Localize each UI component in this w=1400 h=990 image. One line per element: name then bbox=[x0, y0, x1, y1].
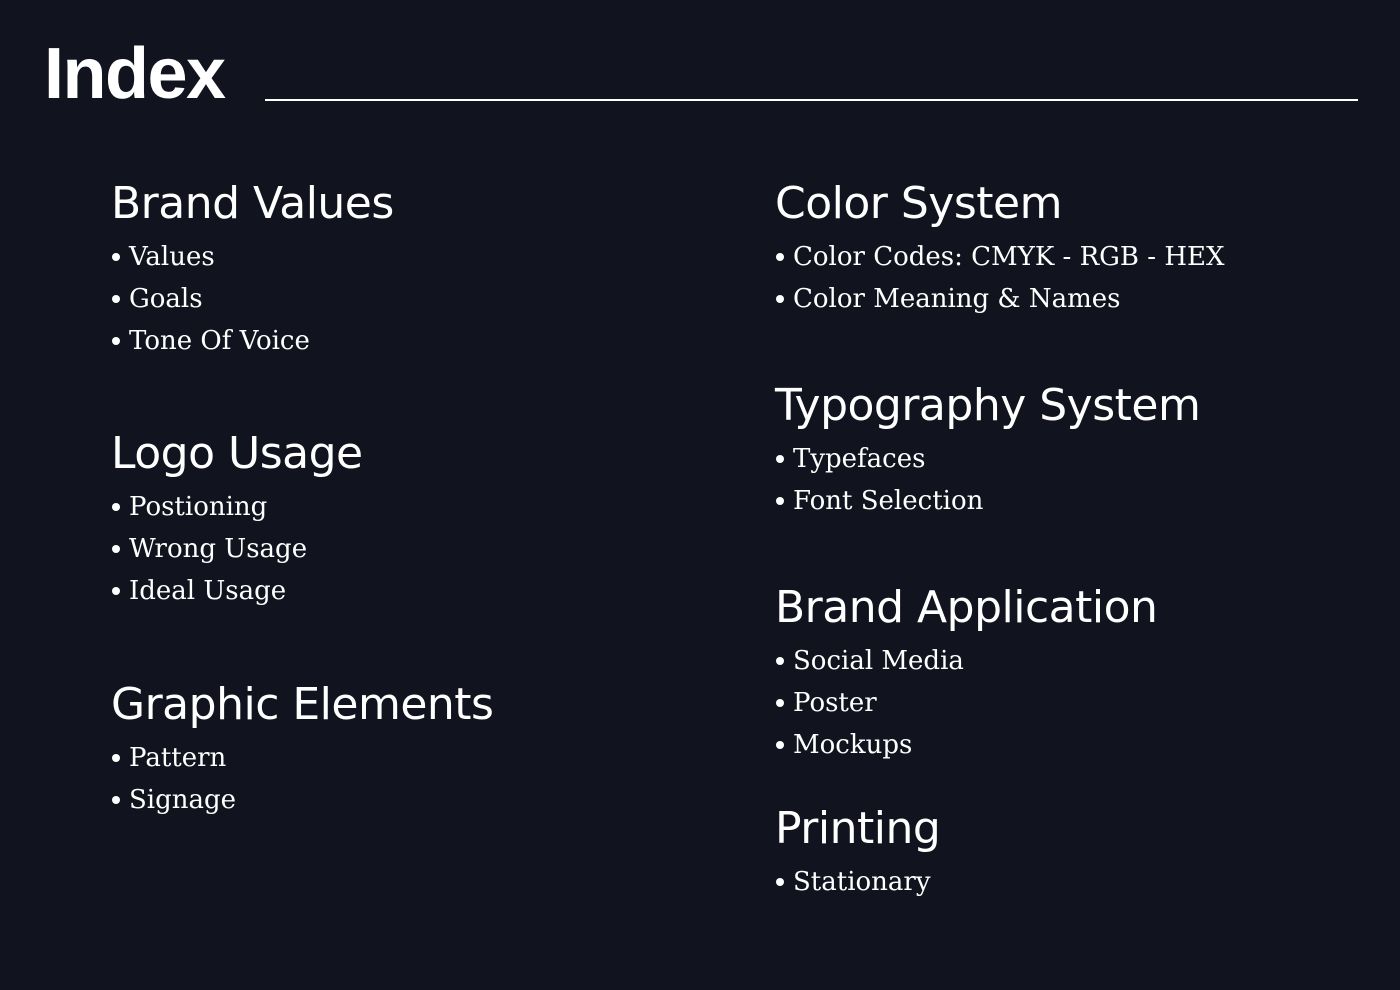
section-graphic-elements: Graphic Elements Pattern Signage bbox=[111, 677, 494, 821]
section-heading: Typography System bbox=[775, 380, 1201, 431]
list-item: Color Codes: CMYK - RGB - HEX bbox=[775, 236, 1225, 278]
bullet-icon bbox=[776, 657, 784, 665]
section-item-list: Values Goals Tone Of Voice bbox=[111, 236, 394, 362]
section-color-system: Color System Color Codes: CMYK - RGB - H… bbox=[775, 176, 1225, 320]
bullet-icon bbox=[112, 545, 120, 553]
list-item: Postioning bbox=[111, 486, 363, 528]
section-item-list: Postioning Wrong Usage Ideal Usage bbox=[111, 486, 363, 612]
bullet-icon bbox=[776, 741, 784, 749]
section-printing: Printing Stationary bbox=[775, 801, 941, 903]
bullet-icon bbox=[776, 497, 784, 505]
section-item-list: Typefaces Font Selection bbox=[775, 438, 1200, 522]
list-item-label: Values bbox=[129, 242, 215, 272]
list-item-label: Tone Of Voice bbox=[129, 326, 310, 356]
section-item-list: Color Codes: CMYK - RGB - HEX Color Mean… bbox=[775, 236, 1225, 320]
list-item: Poster bbox=[775, 682, 1157, 724]
bullet-icon bbox=[112, 503, 120, 511]
list-item-label: Signage bbox=[129, 785, 237, 815]
list-item-label: Goals bbox=[129, 284, 203, 314]
section-heading: Brand Application bbox=[775, 582, 1158, 633]
bullet-icon bbox=[776, 699, 784, 707]
section-heading: Graphic Elements bbox=[111, 679, 494, 730]
list-item-label: Font Selection bbox=[793, 486, 984, 516]
list-item-label: Color Codes: CMYK - RGB - HEX bbox=[793, 242, 1225, 272]
bullet-icon bbox=[776, 295, 784, 303]
bullet-icon bbox=[112, 754, 120, 762]
list-item: Typefaces bbox=[775, 438, 1200, 480]
list-item: Goals bbox=[111, 278, 394, 320]
list-item-label: Postioning bbox=[129, 492, 268, 522]
bullet-icon bbox=[112, 337, 120, 345]
section-item-list: Pattern Signage bbox=[111, 737, 493, 821]
section-logo-usage: Logo Usage Postioning Wrong Usage Ideal … bbox=[111, 426, 363, 612]
list-item: Tone Of Voice bbox=[111, 320, 394, 362]
page-title: Index bbox=[44, 34, 226, 114]
list-item: Mockups bbox=[775, 724, 1157, 766]
list-item: Social Media bbox=[775, 640, 1157, 682]
section-brand-application: Brand Application Social Media Poster Mo… bbox=[775, 580, 1158, 766]
section-typography-system: Typography System Typefaces Font Selecti… bbox=[775, 378, 1201, 522]
section-item-list: Stationary bbox=[775, 861, 940, 903]
list-item: Signage bbox=[111, 779, 493, 821]
section-heading: Brand Values bbox=[111, 178, 394, 229]
list-item: Wrong Usage bbox=[111, 528, 363, 570]
section-heading: Logo Usage bbox=[111, 428, 363, 479]
section-heading: Color System bbox=[775, 178, 1062, 229]
list-item-label: Pattern bbox=[129, 743, 227, 773]
list-item-label: Social Media bbox=[793, 646, 964, 676]
list-item: Color Meaning & Names bbox=[775, 278, 1225, 320]
section-heading: Printing bbox=[775, 803, 941, 854]
bullet-icon bbox=[776, 253, 784, 261]
list-item: Ideal Usage bbox=[111, 570, 363, 612]
list-item: Values bbox=[111, 236, 394, 278]
list-item: Pattern bbox=[111, 737, 493, 779]
list-item: Font Selection bbox=[775, 480, 1200, 522]
title-divider-line bbox=[265, 99, 1358, 101]
list-item-label: Color Meaning & Names bbox=[793, 284, 1121, 314]
bullet-icon bbox=[776, 455, 784, 463]
bullet-icon bbox=[112, 253, 120, 261]
section-brand-values: Brand Values Values Goals Tone Of Voice bbox=[111, 176, 394, 362]
bullet-icon bbox=[112, 295, 120, 303]
bullet-icon bbox=[112, 587, 120, 595]
list-item-label: Ideal Usage bbox=[129, 576, 287, 606]
bullet-icon bbox=[776, 878, 784, 886]
section-item-list: Social Media Poster Mockups bbox=[775, 640, 1157, 766]
list-item-label: Poster bbox=[793, 688, 877, 718]
list-item-label: Typefaces bbox=[793, 444, 926, 474]
list-item-label: Mockups bbox=[793, 730, 913, 760]
list-item-label: Wrong Usage bbox=[129, 534, 308, 564]
list-item: Stationary bbox=[775, 861, 940, 903]
list-item-label: Stationary bbox=[793, 867, 931, 897]
bullet-icon bbox=[112, 796, 120, 804]
